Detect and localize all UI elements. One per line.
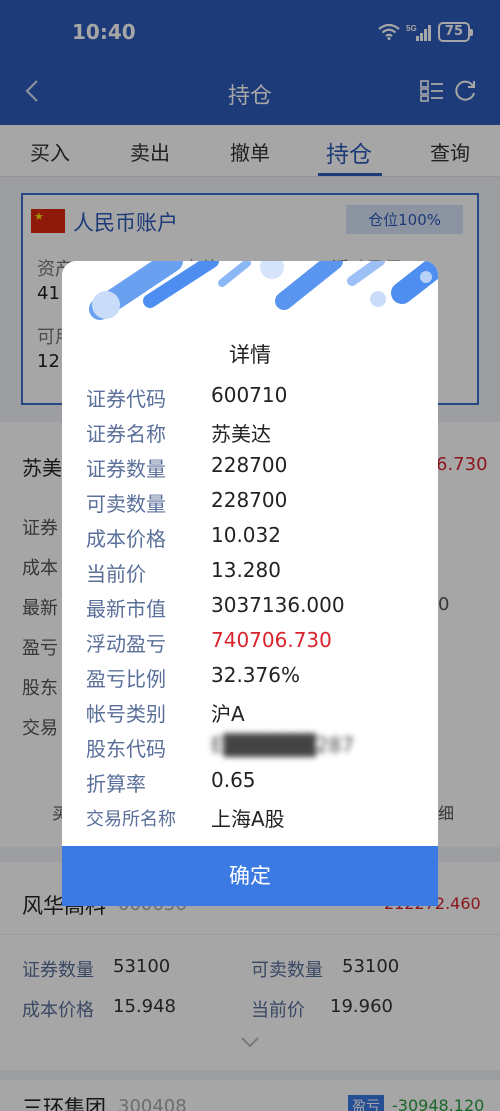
- detail-label: 浮动盈亏: [86, 632, 166, 656]
- detail-row-name: 证券名称 苏美达: [86, 416, 426, 450]
- detail-row-exchange: 交易所名称 上海A股: [86, 801, 426, 835]
- detail-label: 证券数量: [86, 457, 166, 481]
- detail-value: E██████287: [211, 733, 355, 757]
- detail-label: 折算率: [86, 772, 146, 796]
- detail-value: 600710: [211, 383, 288, 407]
- detail-label: 交易所名称: [86, 809, 176, 830]
- detail-value: 0.65: [211, 768, 256, 792]
- detail-value: 228700: [211, 453, 288, 477]
- detail-row-account-type: 帐号类别 沪A: [86, 696, 426, 730]
- detail-label: 股东代码: [86, 737, 166, 761]
- detail-label: 可卖数量: [86, 492, 166, 516]
- detail-value: 3037136.000: [211, 593, 345, 617]
- detail-row-cost: 成本价格 10.032: [86, 521, 426, 555]
- detail-label: 最新市值: [86, 597, 166, 621]
- confirm-button[interactable]: 确定: [62, 846, 438, 906]
- detail-label: 盈亏比例: [86, 667, 166, 691]
- detail-label: 证券代码: [86, 387, 166, 411]
- detail-value: 13.280: [211, 558, 281, 582]
- detail-row-shareholder-code: 股东代码 E██████287: [86, 731, 426, 765]
- detail-value: 740706.730: [211, 628, 332, 652]
- detail-dialog: 详情 证券代码 600710 证券名称 苏美达 证券数量 228700 可卖数量…: [62, 261, 438, 906]
- detail-value: 32.376%: [211, 663, 300, 687]
- detail-row-floating-pnl: 浮动盈亏 740706.730: [86, 626, 426, 660]
- detail-row-code: 证券代码 600710: [86, 381, 426, 415]
- detail-row-price: 当前价 13.280: [86, 556, 426, 590]
- detail-value: 10.032: [211, 523, 281, 547]
- detail-row-qty: 证券数量 228700: [86, 451, 426, 485]
- detail-row-sellable: 可卖数量 228700: [86, 486, 426, 520]
- detail-value: 上海A股: [211, 807, 285, 831]
- detail-row-pnl-ratio: 盈亏比例 32.376%: [86, 661, 426, 695]
- detail-label: 成本价格: [86, 527, 166, 551]
- detail-row-conversion-rate: 折算率 0.65: [86, 766, 426, 800]
- detail-row-market-value: 最新市值 3037136.000: [86, 591, 426, 625]
- dialog-title: 详情: [229, 343, 271, 367]
- detail-label: 当前价: [86, 562, 146, 586]
- detail-value: 228700: [211, 488, 288, 512]
- detail-value: 苏美达: [211, 422, 271, 446]
- detail-label: 证券名称: [86, 422, 166, 446]
- detail-label: 帐号类别: [86, 702, 166, 726]
- header-decoration: [89, 261, 438, 320]
- detail-value: 沪A: [211, 702, 245, 726]
